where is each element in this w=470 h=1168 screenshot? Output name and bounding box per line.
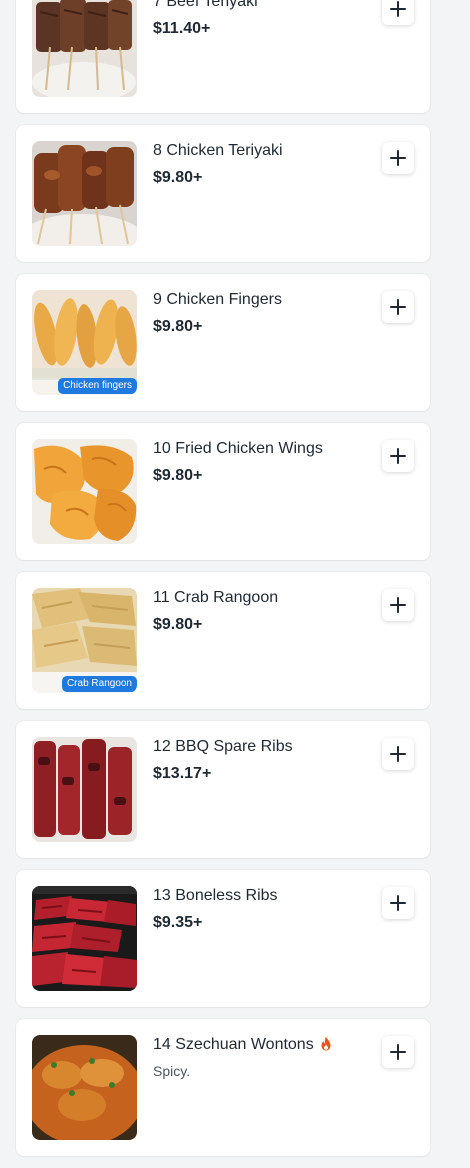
menu-item-card[interactable]: 13 Boneless Ribs $9.35+ xyxy=(16,870,430,1007)
plus-icon xyxy=(390,597,406,613)
add-item-button[interactable] xyxy=(382,887,414,919)
boneless-ribs-photo xyxy=(32,886,137,991)
menu-item-card[interactable]: 8 Chicken Teriyaki $9.80+ xyxy=(16,125,430,262)
add-item-button[interactable] xyxy=(382,0,414,25)
item-name: 13 Boneless Ribs xyxy=(153,887,278,904)
plus-icon xyxy=(390,150,406,166)
add-item-button[interactable] xyxy=(382,142,414,174)
plus-icon xyxy=(390,1,406,17)
item-name: 14 Szechuan Wontons xyxy=(153,1035,332,1055)
item-name: 10 Fried Chicken Wings xyxy=(153,440,323,457)
menu-item-card[interactable]: Chicken fingers 9 Chicken Fingers $9.80+ xyxy=(16,274,430,411)
item-description: Spicy. xyxy=(153,1063,191,1079)
item-price: $9.35+ xyxy=(153,914,203,931)
plus-icon xyxy=(390,299,406,315)
menu-item-list: 7 Beef Teriyaki $11.40+ 8 Chicken Teriya… xyxy=(16,0,430,1168)
item-name: 8 Chicken Teriyaki xyxy=(153,142,283,159)
add-item-button[interactable] xyxy=(382,291,414,323)
item-name-text: 14 Szechuan Wontons xyxy=(153,1036,314,1053)
item-name: 11 Crab Rangoon xyxy=(153,589,279,606)
crab-rangoon-photo: Crab Rangoon xyxy=(32,588,137,693)
bbq-spare-ribs-photo xyxy=(32,737,137,842)
item-name: 12 BBQ Spare Ribs xyxy=(153,738,293,755)
item-price: $9.80+ xyxy=(153,467,203,484)
add-item-button[interactable] xyxy=(382,738,414,770)
image-caption-badge: Crab Rangoon xyxy=(61,676,137,692)
plus-icon xyxy=(390,1044,406,1060)
item-price: $9.80+ xyxy=(153,318,203,335)
item-price: $9.80+ xyxy=(153,616,203,633)
menu-item-card[interactable]: 7 Beef Teriyaki $11.40+ xyxy=(16,0,430,113)
add-item-button[interactable] xyxy=(382,1036,414,1068)
beef-teriyaki-photo xyxy=(32,0,137,97)
add-item-button[interactable] xyxy=(382,440,414,472)
plus-icon xyxy=(390,448,406,464)
item-price: $9.80+ xyxy=(153,169,203,186)
szechuan-wontons-photo xyxy=(32,1035,137,1140)
chicken-fingers-photo: Chicken fingers xyxy=(32,290,137,395)
chicken-teriyaki-photo xyxy=(32,141,137,246)
menu-item-card[interactable]: Crab Rangoon 11 Crab Rangoon $9.80+ xyxy=(16,572,430,709)
plus-icon xyxy=(390,746,406,762)
fried-chicken-wings-photo xyxy=(32,439,137,544)
item-price: $13.17+ xyxy=(153,765,212,782)
item-name: 7 Beef Teriyaki xyxy=(153,0,258,10)
menu-item-card[interactable]: 14 Szechuan Wontons Spicy. xyxy=(16,1019,430,1156)
image-caption-badge: Chicken fingers xyxy=(58,378,137,394)
add-item-button[interactable] xyxy=(382,589,414,621)
menu-item-card[interactable]: 12 BBQ Spare Ribs $13.17+ xyxy=(16,721,430,858)
item-name: 9 Chicken Fingers xyxy=(153,291,282,308)
item-price: $11.40+ xyxy=(153,20,211,37)
spicy-flame-icon xyxy=(321,1036,331,1051)
plus-icon xyxy=(390,895,406,911)
menu-item-card[interactable]: 10 Fried Chicken Wings $9.80+ xyxy=(16,423,430,560)
